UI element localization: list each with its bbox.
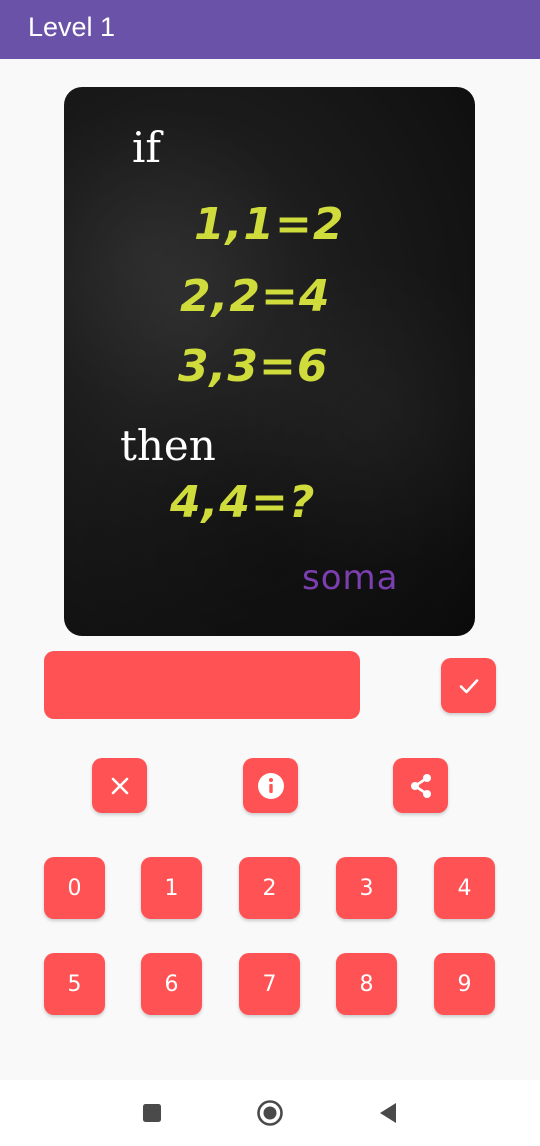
back-button[interactable] xyxy=(366,1080,410,1146)
hint-button[interactable] xyxy=(243,758,298,813)
puzzle-image: if 1,1=2 2,2=4 3,3=6 then 4,4=? soma xyxy=(64,87,475,636)
app-bar: Level 1 xyxy=(0,0,540,59)
answer-input[interactable] xyxy=(44,651,360,719)
recent-apps-icon xyxy=(143,1104,161,1122)
level-title: Level 1 xyxy=(28,12,116,42)
puzzle-if-label: if xyxy=(132,123,161,172)
key-9[interactable]: 9 xyxy=(434,953,495,1015)
share-icon xyxy=(410,773,431,798)
puzzle-equation-1: 1,1=2 xyxy=(194,199,345,250)
system-nav-bar xyxy=(0,1080,540,1146)
home-icon xyxy=(257,1100,283,1126)
back-icon xyxy=(380,1103,396,1123)
key-7[interactable]: 7 xyxy=(239,953,300,1015)
key-3[interactable]: 3 xyxy=(336,857,397,919)
key-6[interactable]: 6 xyxy=(141,953,202,1015)
key-5[interactable]: 5 xyxy=(44,953,105,1015)
key-8[interactable]: 8 xyxy=(336,953,397,1015)
brand-logo: soma xyxy=(302,558,399,598)
info-icon xyxy=(257,772,284,799)
puzzle-equation-2: 2,2=4 xyxy=(180,271,331,322)
key-2[interactable]: 2 xyxy=(239,857,300,919)
puzzle-question: 4,4=? xyxy=(170,477,316,528)
submit-button[interactable] xyxy=(441,658,496,713)
close-icon xyxy=(111,777,128,794)
check-icon xyxy=(459,678,478,693)
home-button[interactable] xyxy=(248,1080,292,1146)
recent-apps-button[interactable] xyxy=(130,1080,174,1146)
puzzle-then-label: then xyxy=(120,421,216,470)
share-button[interactable] xyxy=(393,758,448,813)
key-0[interactable]: 0 xyxy=(44,857,105,919)
puzzle-equation-3: 3,3=6 xyxy=(178,341,329,392)
key-4[interactable]: 4 xyxy=(434,857,495,919)
clear-button[interactable] xyxy=(92,758,147,813)
key-1[interactable]: 1 xyxy=(141,857,202,919)
